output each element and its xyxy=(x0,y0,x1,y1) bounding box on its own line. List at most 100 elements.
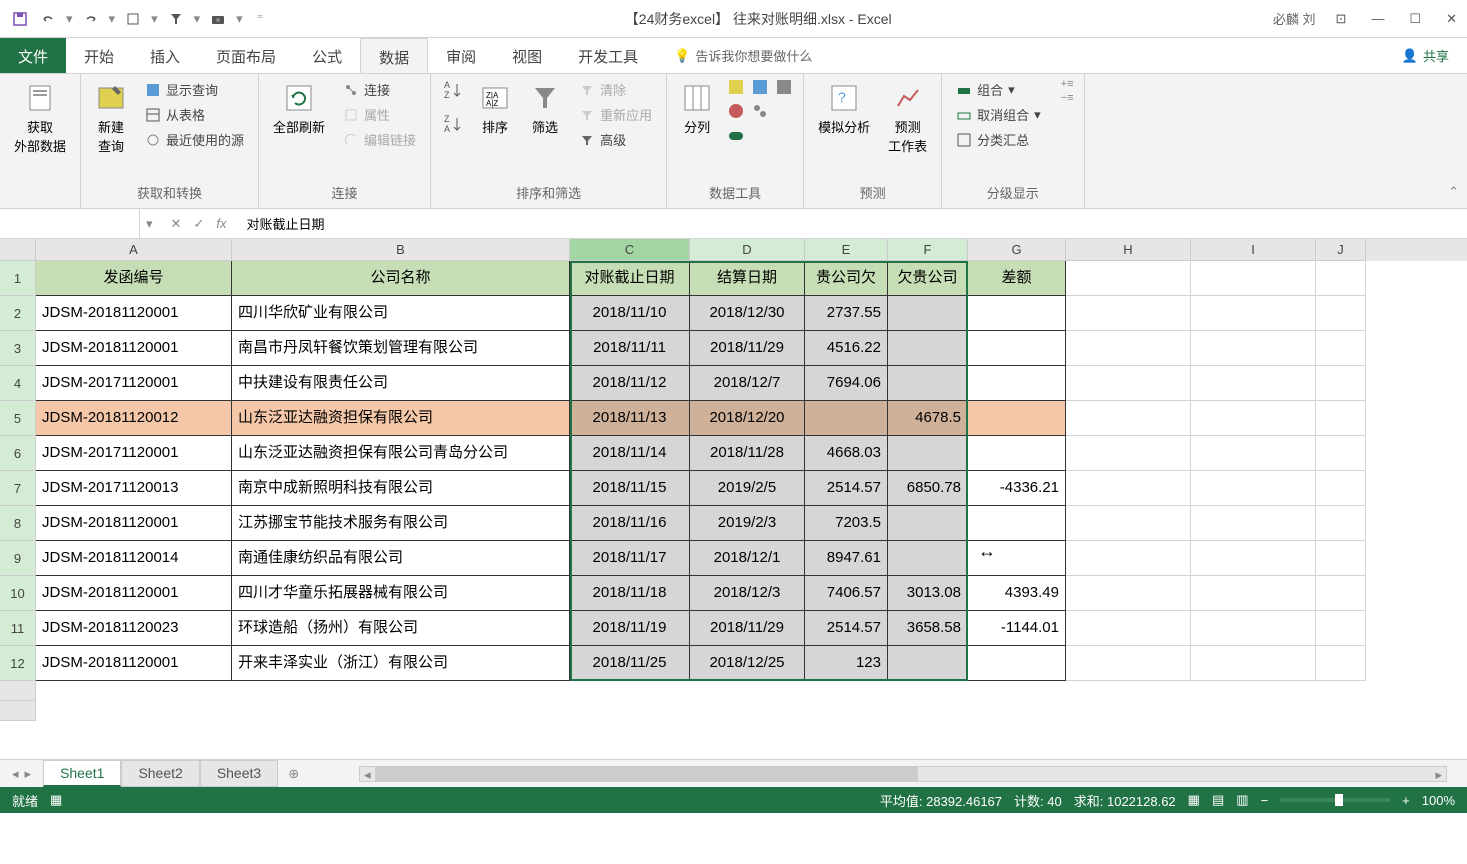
cell[interactable]: 4393.49 xyxy=(968,576,1066,611)
cell[interactable]: 四川才华童乐拓展器械有限公司 xyxy=(232,576,570,611)
tab-view[interactable]: 视图 xyxy=(494,38,560,73)
cell[interactable]: 南昌市丹凤轩餐饮策划管理有限公司 xyxy=(232,331,570,366)
cell[interactable] xyxy=(888,366,968,401)
redo-button[interactable] xyxy=(81,9,101,29)
row-header[interactable]: 8 xyxy=(0,506,36,541)
cell[interactable] xyxy=(1066,401,1191,436)
cell[interactable]: 贵公司欠 xyxy=(805,261,888,296)
cell[interactable]: JDSM-20171120001 xyxy=(36,366,232,401)
minimize-button[interactable]: — xyxy=(1371,11,1384,27)
tab-home[interactable]: 开始 xyxy=(66,38,132,73)
connections-button[interactable]: 连接 xyxy=(339,78,420,101)
cell[interactable]: 差额 xyxy=(968,261,1066,296)
row-header[interactable]: 11 xyxy=(0,611,36,646)
touch-mode-button[interactable] xyxy=(123,9,143,29)
group-button[interactable]: 组合 ▾ xyxy=(952,78,1045,101)
cell[interactable]: 2018/11/13 xyxy=(570,401,690,436)
cell[interactable]: 2018/11/29 xyxy=(690,331,805,366)
tab-review[interactable]: 审阅 xyxy=(428,38,494,73)
page-break-view-button[interactable]: ▥ xyxy=(1236,792,1248,808)
cell[interactable] xyxy=(1316,471,1366,506)
cell[interactable]: 中扶建设有限责任公司 xyxy=(232,366,570,401)
cell[interactable]: 发函编号 xyxy=(36,261,232,296)
cell[interactable] xyxy=(1066,296,1191,331)
cell[interactable] xyxy=(1316,506,1366,541)
cell[interactable] xyxy=(1066,506,1191,541)
cell[interactable] xyxy=(1316,611,1366,646)
cell[interactable]: 环球造船（扬州）有限公司 xyxy=(232,611,570,646)
forecast-sheet-button[interactable]: 预测 工作表 xyxy=(884,78,931,159)
cell[interactable] xyxy=(1191,401,1316,436)
cell[interactable] xyxy=(888,331,968,366)
row-header[interactable]: 12 xyxy=(0,646,36,681)
cell[interactable]: 2018/12/25 xyxy=(690,646,805,681)
macro-record-icon[interactable]: ▦ xyxy=(50,792,62,808)
cell[interactable]: 2018/11/15 xyxy=(570,471,690,506)
what-if-button[interactable]: ? 模拟分析 xyxy=(814,78,874,140)
cell[interactable] xyxy=(805,401,888,436)
row-header[interactable]: 4 xyxy=(0,366,36,401)
cell[interactable]: JDSM-20181120012 xyxy=(36,401,232,436)
cell[interactable] xyxy=(968,366,1066,401)
cell[interactable]: JDSM-20171120013 xyxy=(36,471,232,506)
cell[interactable] xyxy=(1316,401,1366,436)
column-header-H[interactable]: H xyxy=(1066,239,1191,261)
cell[interactable]: JDSM-20181120001 xyxy=(36,646,232,681)
cell[interactable]: 2018/12/1 xyxy=(690,541,805,576)
cell[interactable] xyxy=(1191,611,1316,646)
cell[interactable]: 2019/2/5 xyxy=(690,471,805,506)
undo-button[interactable] xyxy=(38,9,58,29)
cell[interactable]: 南京中成新照明科技有限公司 xyxy=(232,471,570,506)
sort-button[interactable]: Z|AA|Z 排序 xyxy=(475,78,515,140)
sort-desc-button[interactable]: ZA xyxy=(441,112,465,136)
flash-fill-icon[interactable] xyxy=(727,78,745,96)
cell[interactable] xyxy=(1191,436,1316,471)
cell[interactable]: 2018/11/28 xyxy=(690,436,805,471)
tab-scroll-right-icon[interactable]: ▸ xyxy=(25,766,32,782)
row-header[interactable]: 9 xyxy=(0,541,36,576)
close-button[interactable]: ✕ xyxy=(1446,11,1457,27)
cell[interactable] xyxy=(888,436,968,471)
tab-insert[interactable]: 插入 xyxy=(132,38,198,73)
zoom-slider[interactable] xyxy=(1280,798,1390,802)
cell[interactable]: 2018/11/11 xyxy=(570,331,690,366)
cell[interactable]: JDSM-20181120001 xyxy=(36,296,232,331)
advanced-filter-button[interactable]: 高级 xyxy=(575,128,656,151)
cell[interactable]: 2018/11/17 xyxy=(570,541,690,576)
cell[interactable]: 南通佳康纺织品有限公司 xyxy=(232,541,570,576)
horizontal-scrollbar[interactable]: ◂ ▸ xyxy=(359,766,1447,782)
sheet-tab[interactable]: Sheet1 xyxy=(43,760,121,787)
recent-sources-button[interactable]: 最近使用的源 xyxy=(141,128,248,151)
row-header[interactable]: 6 xyxy=(0,436,36,471)
cancel-formula-icon[interactable]: ✕ xyxy=(171,216,182,232)
cell[interactable] xyxy=(888,296,968,331)
tab-file[interactable]: 文件 xyxy=(0,38,66,73)
get-external-data-button[interactable]: 获取 外部数据 xyxy=(10,78,70,159)
zoom-level[interactable]: 100% xyxy=(1422,793,1455,808)
row-header[interactable]: 2 xyxy=(0,296,36,331)
data-validation-icon[interactable] xyxy=(727,102,745,120)
cell[interactable] xyxy=(1316,366,1366,401)
column-header-G[interactable]: G xyxy=(968,239,1066,261)
cell[interactable] xyxy=(1316,331,1366,366)
camera-icon[interactable] xyxy=(208,9,228,29)
cell[interactable] xyxy=(1191,576,1316,611)
new-query-button[interactable]: 新建 查询 xyxy=(91,78,131,159)
cell[interactable]: 7203.5 xyxy=(805,506,888,541)
cell[interactable]: 4668.03 xyxy=(805,436,888,471)
cell[interactable] xyxy=(1066,576,1191,611)
cell[interactable]: 2514.57 xyxy=(805,611,888,646)
cell[interactable]: JDSM-20181120001 xyxy=(36,576,232,611)
show-queries-button[interactable]: 显示查询 xyxy=(141,78,248,101)
cell[interactable]: 2018/11/25 xyxy=(570,646,690,681)
cell[interactable] xyxy=(968,541,1066,576)
cell[interactable]: 公司名称 xyxy=(232,261,570,296)
cell[interactable]: 对账截止日期 xyxy=(570,261,690,296)
cell[interactable] xyxy=(1191,296,1316,331)
cell[interactable] xyxy=(968,296,1066,331)
tab-formula[interactable]: 公式 xyxy=(294,38,360,73)
row-header[interactable]: 1 xyxy=(0,261,36,296)
name-box[interactable] xyxy=(0,209,140,238)
cell[interactable] xyxy=(968,331,1066,366)
cell[interactable] xyxy=(1191,366,1316,401)
